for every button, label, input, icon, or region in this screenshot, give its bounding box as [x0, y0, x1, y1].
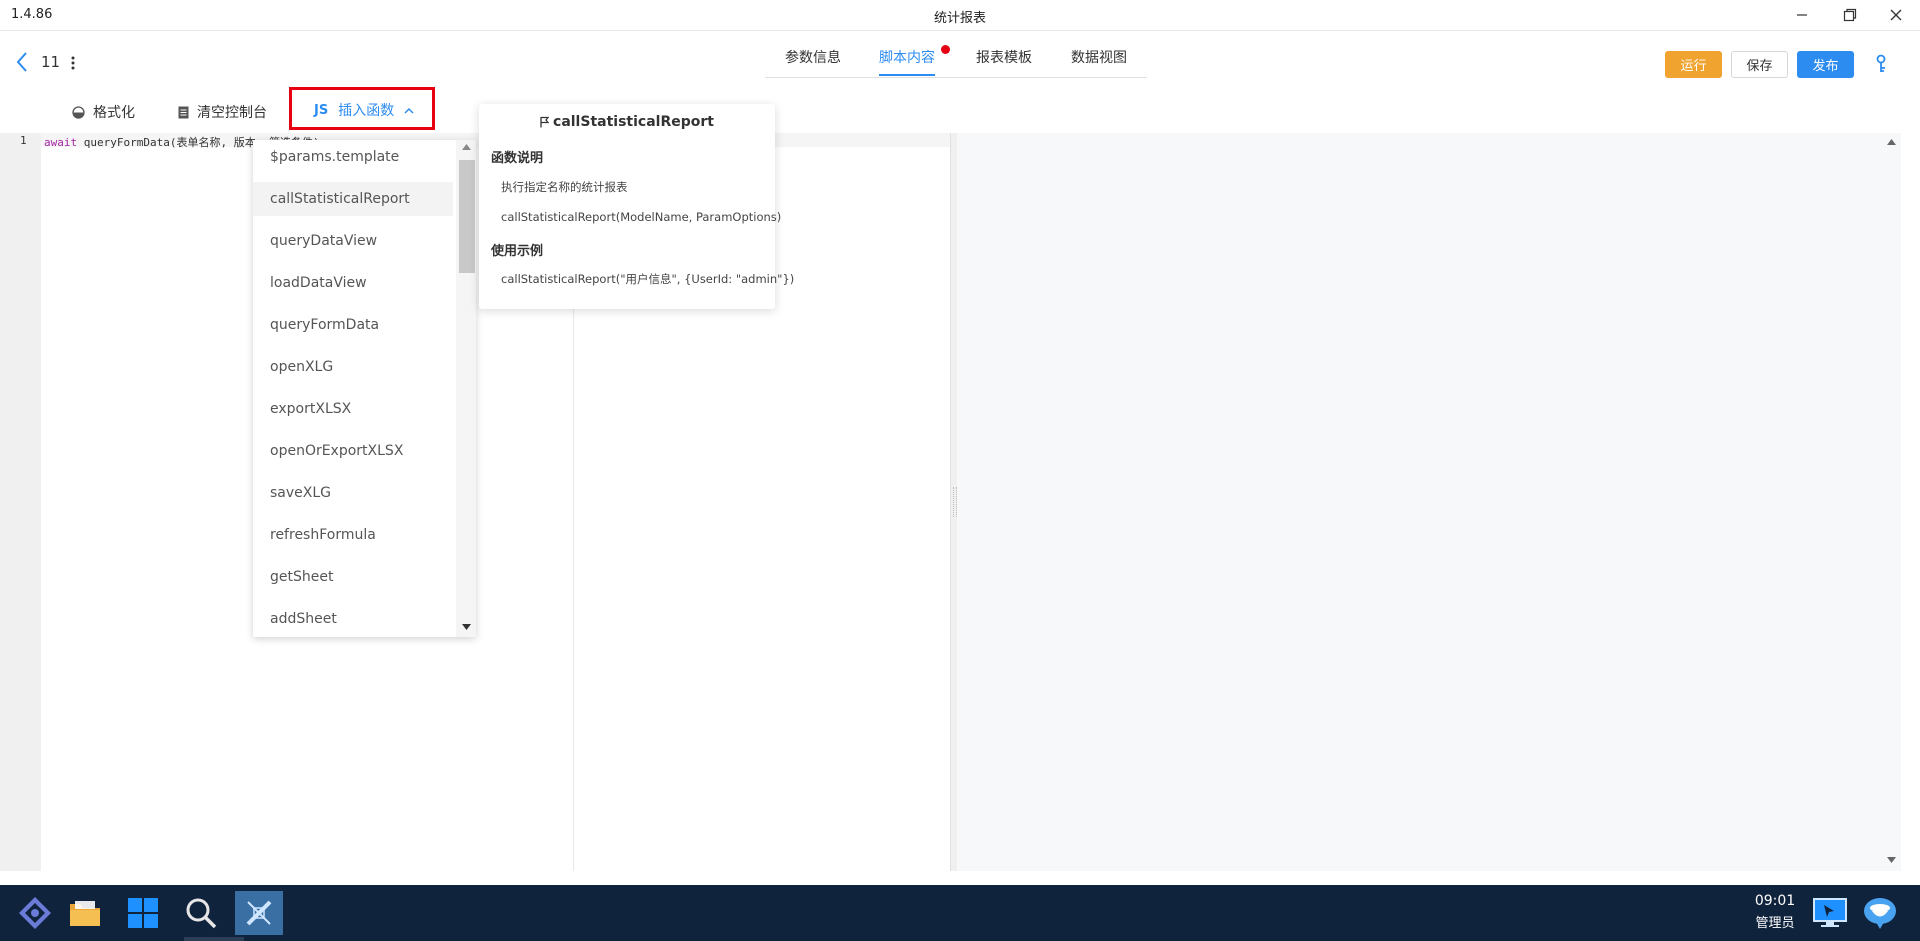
taskbar-design-tool[interactable] [235, 891, 283, 935]
function-item[interactable]: openXLG [253, 350, 453, 384]
description-heading: 函数说明 [491, 151, 544, 166]
design-tool-icon [246, 900, 272, 926]
function-item[interactable]: loadDataView [253, 266, 453, 300]
function-dropdown: $params.template callStatisticalReport q… [253, 140, 476, 637]
popover-title: callStatisticalReport [479, 114, 775, 130]
unsaved-badge [941, 45, 950, 54]
scroll-up-icon[interactable] [462, 144, 471, 150]
flag-icon [540, 116, 550, 128]
key-button[interactable] [1874, 54, 1890, 78]
restore-icon [1843, 8, 1857, 22]
clear-console-label: 清空控制台 [197, 105, 267, 121]
function-item[interactable]: refreshFormula [253, 518, 453, 552]
description-text: 执行指定名称的统计报表 [501, 180, 628, 194]
chevron-left-icon [16, 52, 27, 72]
tab-data-view[interactable]: 数据视图 [1071, 47, 1127, 67]
restore-button[interactable] [1828, 0, 1872, 30]
taskbar-app-launcher[interactable] [11, 891, 59, 935]
minimize-icon [1797, 14, 1807, 16]
function-item[interactable]: saveXLG [253, 476, 453, 510]
document-number: 11 [41, 53, 61, 71]
key-icon [1876, 54, 1886, 72]
current-user: 管理员 [1755, 916, 1795, 931]
function-item[interactable]: exportXLSX [253, 392, 453, 426]
clock-time: 09:01 [1754, 893, 1796, 909]
taskbar-file-manager[interactable] [61, 891, 109, 935]
status-strip [0, 871, 1920, 885]
function-item[interactable]: openOrExportXLSX [253, 434, 453, 468]
clear-console-button[interactable]: 清空控制台 [178, 102, 267, 122]
taskbar-windows[interactable] [119, 891, 167, 935]
run-button[interactable]: 运行 [1665, 51, 1722, 78]
scroll-down-icon[interactable] [462, 624, 471, 630]
chevron-up-icon [404, 107, 414, 114]
line-number: 1 [20, 134, 27, 147]
function-item[interactable]: queryFormData [253, 308, 453, 342]
taskbar-search[interactable] [177, 891, 225, 935]
popover-function-name: callStatisticalReport [553, 114, 714, 130]
taskbar-remote-desktop[interactable] [1806, 891, 1854, 935]
dropdown-scrollbar[interactable] [456, 140, 476, 637]
format-button[interactable]: 格式化 [72, 102, 135, 122]
function-info-popover: callStatisticalReport 函数说明 执行指定名称的统计报表 c… [479, 104, 794, 309]
function-item[interactable]: getSheet [253, 560, 453, 594]
top-toolbar: 11 参数信息 脚本内容 报表模板 数据视图 [0, 31, 1920, 81]
search-icon [186, 898, 217, 929]
main-tabs: 参数信息 脚本内容 报表模板 数据视图 [765, 47, 1147, 78]
function-item[interactable]: callStatisticalReport [253, 182, 453, 216]
minimize-button[interactable] [1780, 0, 1824, 30]
palette-icon [72, 105, 85, 119]
publish-button[interactable]: 发布 [1797, 51, 1854, 78]
function-item[interactable]: queryDataView [253, 224, 453, 258]
scroll-up-icon[interactable] [1887, 139, 1896, 145]
taskbar-notification[interactable] [1856, 891, 1904, 935]
save-button[interactable]: 保存 [1731, 51, 1788, 78]
code-keyword: await [44, 136, 78, 149]
chat-bubble-icon [1864, 898, 1896, 929]
format-label: 格式化 [93, 105, 135, 121]
tab-script[interactable]: 脚本内容 [879, 47, 935, 76]
window-title: 统计报表 [933, 11, 986, 26]
close-icon [1890, 9, 1902, 21]
insert-function-content: JS 插入函数 [314, 100, 414, 120]
function-signature: callStatisticalReport(ModelName, ParamOp… [501, 210, 782, 224]
function-item[interactable]: $params.template [253, 140, 453, 174]
more-vertical-icon [71, 56, 75, 70]
example-heading: 使用示例 [491, 244, 544, 259]
document-icon [178, 106, 189, 118]
monitor-icon [1813, 898, 1847, 927]
editor-gutter [0, 133, 41, 871]
folder-icon [70, 901, 100, 926]
dropdown-scroll-thumb[interactable] [459, 160, 475, 273]
tab-params[interactable]: 参数信息 [785, 47, 841, 67]
title-bar: 1.4.86 统计报表 [0, 0, 1920, 31]
console-pane [957, 133, 1901, 871]
taskbar: 09:01 管理员 [0, 885, 1920, 941]
more-menu-button[interactable] [71, 55, 75, 74]
back-button[interactable] [16, 51, 28, 77]
console-scrollbar[interactable] [1882, 133, 1902, 871]
example-code: callStatisticalReport("用户信息", {UserId: "… [501, 272, 795, 286]
js-icon: JS [314, 102, 329, 118]
taskbar-active-indicator [184, 937, 244, 941]
insert-function-button[interactable]: JS 插入函数 [289, 87, 435, 130]
scroll-down-icon[interactable] [1887, 857, 1896, 863]
tab-report-template[interactable]: 报表模板 [976, 47, 1032, 67]
editor-toolbar: 格式化 清空控制台 [0, 88, 1920, 133]
close-button[interactable] [1874, 0, 1918, 30]
insert-function-label: 插入函数 [338, 103, 395, 119]
function-item[interactable]: addSheet [253, 602, 453, 636]
windows-grid-icon [128, 898, 158, 928]
app-launcher-icon [19, 897, 51, 929]
